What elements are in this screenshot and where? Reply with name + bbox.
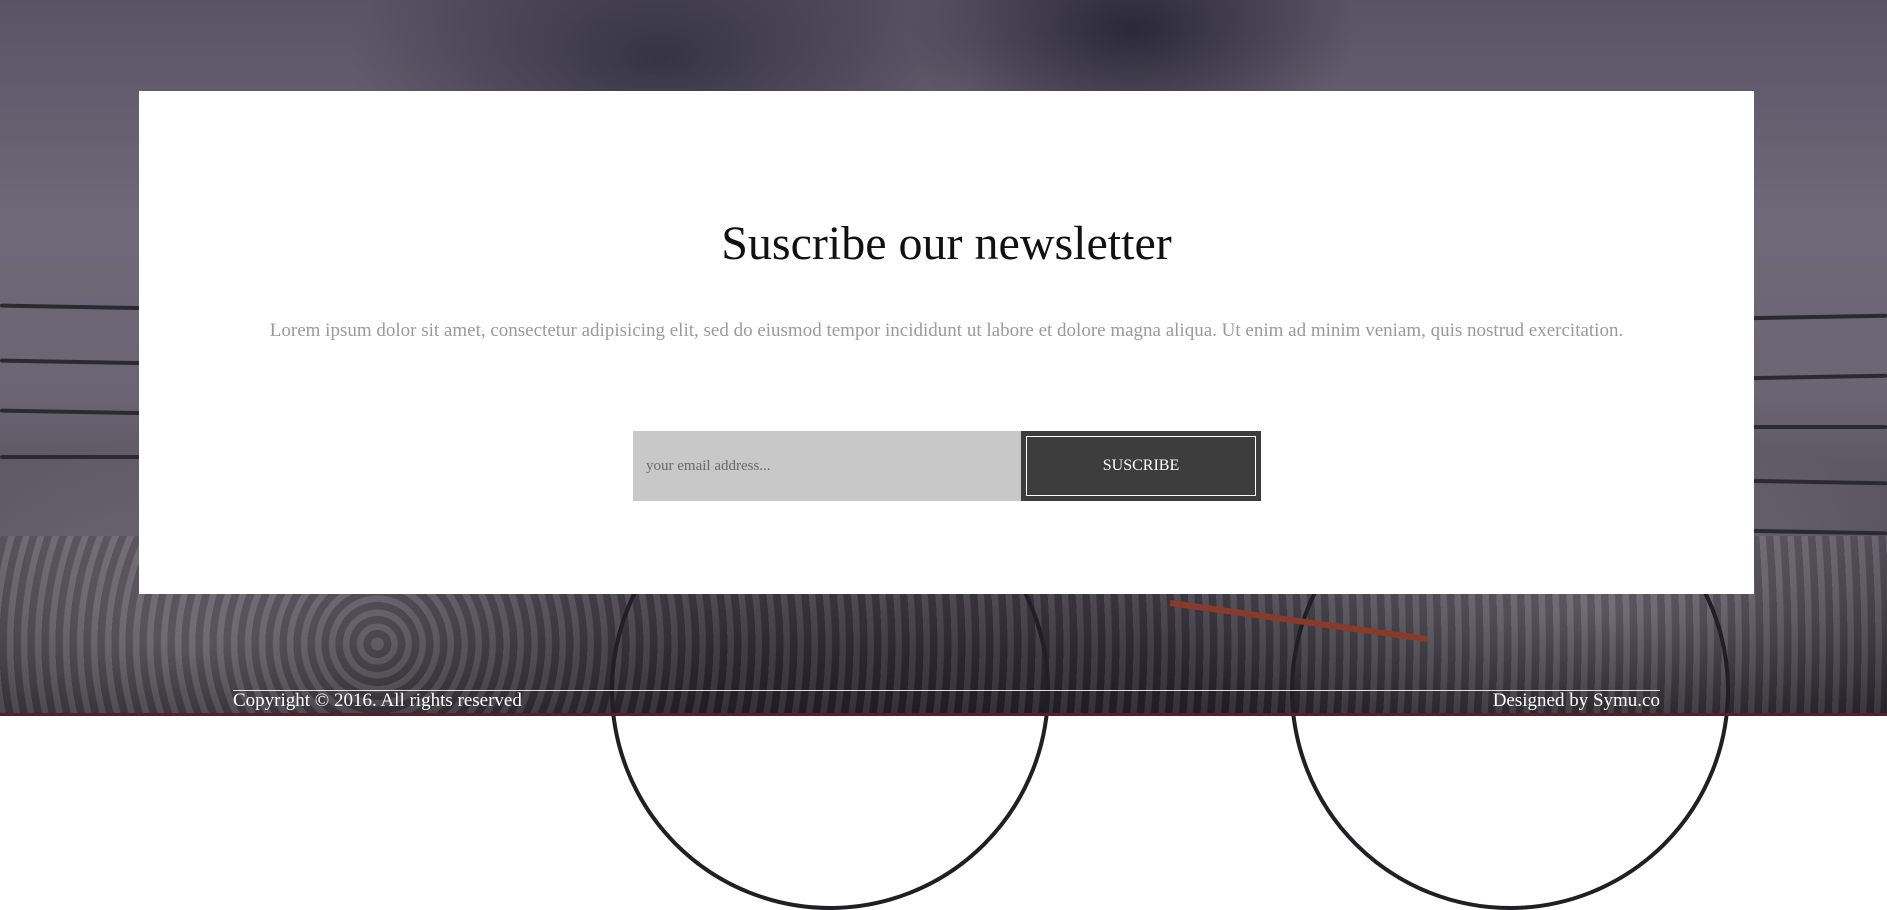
subscribe-button[interactable]: SUSCRIBE [1021,431,1261,501]
email-input[interactable] [633,431,1021,501]
background-wire [0,408,161,416]
newsletter-form: SUSCRIBE [633,431,1261,501]
background-wire [0,303,161,311]
background-wire [1745,425,1887,429]
background-wire [1744,528,1887,536]
newsletter-card: Suscribe our newsletter Lorem ipsum dolo… [139,91,1754,594]
newsletter-title: Suscribe our newsletter [721,217,1172,270]
background-wire [0,358,161,366]
footer-copyright: Copyright © 2016. All rights reserved [233,690,522,711]
background-wire [0,455,160,459]
background-wire [1744,478,1887,486]
newsletter-description: Lorem ipsum dolor sit amet, consectetur … [269,320,1624,341]
footer-credit: Designed by Symu.co [1492,690,1660,711]
background-wire [1744,373,1887,381]
background-wire [1744,313,1887,321]
